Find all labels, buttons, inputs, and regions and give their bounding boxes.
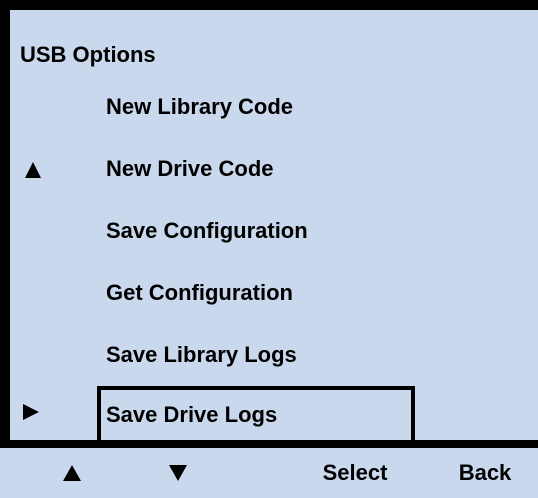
back-button[interactable]: Back xyxy=(440,448,530,498)
up-button[interactable] xyxy=(52,448,92,498)
down-arrow-icon xyxy=(169,465,187,481)
menu-item-get-configuration[interactable]: Get Configuration xyxy=(106,280,293,306)
select-button[interactable]: Select xyxy=(300,448,410,498)
menu-item-save-configuration[interactable]: Save Configuration xyxy=(106,218,308,244)
menu-item-save-drive-logs[interactable]: Save Drive Logs xyxy=(106,402,277,428)
up-arrow-icon xyxy=(63,465,81,481)
page-title: USB Options xyxy=(20,42,156,67)
right-triangle-icon xyxy=(23,404,39,420)
down-button[interactable] xyxy=(158,448,198,498)
lcd-screen: USB Options New Library Code New Drive C… xyxy=(0,0,538,498)
menu-panel: USB Options New Library Code New Drive C… xyxy=(10,10,538,448)
up-triangle-icon xyxy=(25,162,41,178)
menu-item-new-drive-code[interactable]: New Drive Code xyxy=(106,156,274,182)
softkey-bar: Select Back xyxy=(0,448,538,498)
menu-item-new-library-code[interactable]: New Library Code xyxy=(106,94,293,120)
menu-item-save-library-logs[interactable]: Save Library Logs xyxy=(106,342,297,368)
